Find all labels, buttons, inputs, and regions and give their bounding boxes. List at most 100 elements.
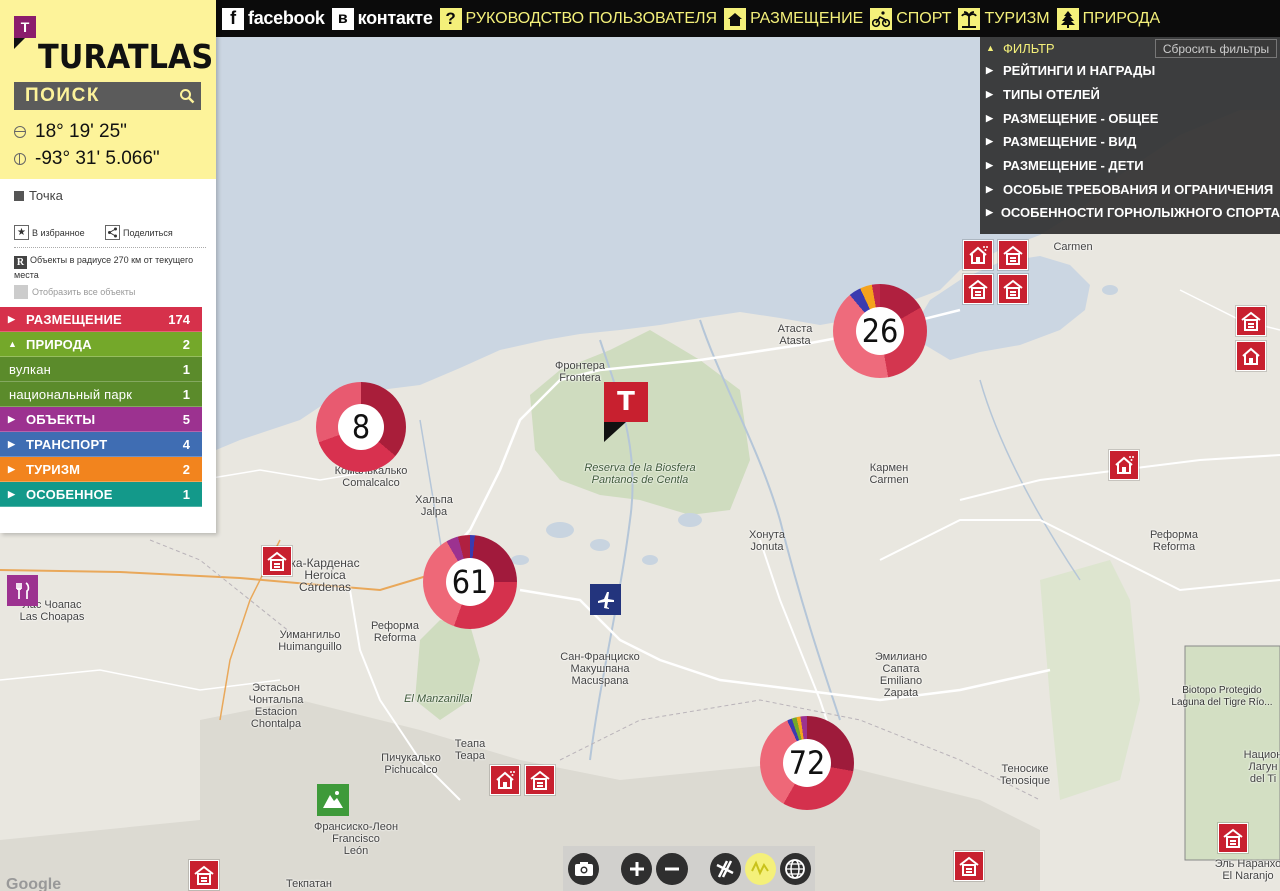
place-pichucalco: Пичукалько Pichucalco <box>381 752 441 776</box>
category-count: 2 <box>182 461 190 477</box>
question-icon: ? <box>439 7 462 30</box>
left-sidebar: T TURATLAS ПОИСК 18° 19' 25" -93° 31' 5.… <box>0 0 216 533</box>
category-count: 4 <box>182 436 190 452</box>
place-frontera: Фронтера Frontera <box>555 360 605 384</box>
hotel-icon <box>194 865 214 885</box>
radius-info: R Объекты в радиусе 270 км от текущего ме… <box>14 254 209 281</box>
minus-icon <box>664 867 679 870</box>
hotel-marker[interactable] <box>1218 823 1248 853</box>
filter-item-accommodation-view[interactable]: ▶ РАЗМЕЩЕНИЕ - ВИД <box>980 130 1280 154</box>
expand-arrow-icon: ▶ <box>986 160 993 171</box>
hotel-icon <box>968 279 988 299</box>
vkontakte-link[interactable]: в контакте <box>331 7 433 30</box>
cluster-8[interactable]: 8 <box>316 382 406 472</box>
hotel-house-marker[interactable] <box>963 240 993 270</box>
current-location-pin[interactable]: T <box>604 382 648 444</box>
place-reforma-east: Реформа Reforma <box>1150 529 1198 553</box>
filter-item-label: ТИПЫ ОТЕЛЕЙ <box>1003 87 1100 103</box>
mountain-icon <box>323 791 343 808</box>
subcategory-volcano[interactable]: вулкан 1 <box>0 357 202 382</box>
reset-filters-button[interactable]: Сбросить фильтры <box>1155 39 1277 58</box>
zoom-out-button[interactable] <box>656 852 688 885</box>
cluster-8-count: 8 <box>338 404 384 450</box>
subcategory-count: 1 <box>182 361 190 377</box>
hotel-marker[interactable] <box>262 546 292 576</box>
map-layer-terrain-button[interactable] <box>744 852 776 885</box>
hotel-house-marker[interactable] <box>1109 450 1139 480</box>
share-button[interactable]: Поделиться <box>105 225 173 240</box>
hotel-icon <box>1241 311 1261 331</box>
filter-item-ski-features[interactable]: ▶ ОСОБЕННОСТИ ГОРНОЛЫЖНОГО СПОРТА <box>980 201 1280 225</box>
add-to-favorites-button[interactable]: ★ В избранное <box>14 225 85 240</box>
hotel-icon <box>530 770 550 790</box>
category-objects[interactable]: ▶ ОБЪЕКТЫ 5 <box>0 407 202 432</box>
nature-marker[interactable] <box>317 784 349 816</box>
plus-icon <box>629 861 644 876</box>
category-tourism[interactable]: ▶ ТУРИЗМ 2 <box>0 457 202 482</box>
screenshot-button[interactable] <box>568 852 600 885</box>
hotel-marker[interactable] <box>963 274 993 304</box>
google-attribution: Google <box>6 876 62 891</box>
nav-user-guide[interactable]: ? РУКОВОДСТВО ПОЛЬЗОВАТЕЛЯ <box>439 7 717 30</box>
facebook-link[interactable]: f facebook <box>222 7 325 30</box>
subcategory-national-park[interactable]: национальный парк 1 <box>0 382 202 407</box>
category-name: ТУРИЗМ <box>26 461 81 477</box>
search-box[interactable]: ПОИСК <box>14 82 201 110</box>
hotel-marker[interactable] <box>954 851 984 881</box>
expand-arrow-icon: ▶ <box>986 65 993 76</box>
place-cardenas: ка-Карденас Heroica Cárdenas <box>290 556 360 594</box>
cluster-72[interactable]: 72 <box>760 716 854 810</box>
house-icon <box>969 246 988 264</box>
cluster-26[interactable]: 26 <box>833 284 927 378</box>
hotel-icon <box>1223 828 1243 848</box>
house-icon <box>496 771 515 789</box>
hotel-house-marker[interactable] <box>1236 341 1266 371</box>
tree-icon <box>1056 7 1079 30</box>
filter-item-special-requirements[interactable]: ▶ ОСОБЫЕ ТРЕБОВАНИЯ И ОГРАНИЧЕНИЯ <box>980 177 1280 201</box>
hotel-marker[interactable] <box>998 240 1028 270</box>
nav-tourism[interactable]: ТУРИЗМ <box>958 7 1050 30</box>
search-icon[interactable] <box>173 88 201 104</box>
radius-text: Объекты в радиусе 270 км от текущего мес… <box>14 255 194 280</box>
subcategory-name: национальный парк <box>9 386 133 402</box>
show-all-objects-toggle[interactable]: Отобразить все объекты <box>14 285 135 299</box>
logo-mark: T <box>14 16 36 38</box>
nav-accommodation-label: РАЗМЕЩЕНИЕ <box>750 9 864 27</box>
roads-icon <box>716 859 734 878</box>
place-pantanos-de-centla: Reserva de la Biosfera Pantanos de Centla <box>584 462 696 486</box>
nav-nature[interactable]: ПРИРОДА <box>1056 7 1160 30</box>
show-all-label: Отобразить все объекты <box>32 287 136 297</box>
filter-item-label: РАЗМЕЩЕНИЕ - ВИД <box>1003 134 1137 150</box>
map-layer-roads-button[interactable] <box>709 852 741 885</box>
restaurant-marker[interactable] <box>7 575 38 606</box>
hotel-marker[interactable] <box>1236 306 1266 336</box>
hotel-marker[interactable] <box>525 765 555 795</box>
hotel-house-marker[interactable] <box>490 765 520 795</box>
filter-title: ФИЛЬТР <box>1003 40 1055 56</box>
filter-panel: ▲ ФИЛЬТР Сбросить фильтры ▶ РЕЙТИНГИ И НА… <box>980 37 1280 234</box>
place-reforma-west: Реформа Reforma <box>371 620 419 644</box>
nav-sport[interactable]: СПОРТ <box>870 7 951 30</box>
point-title-text: Точка <box>29 188 63 203</box>
place-el-naranjo: Эль Наранхо El Naranjo <box>1214 858 1280 882</box>
turatlas-logo[interactable]: T TURATLAS <box>14 16 213 76</box>
cluster-61[interactable]: 61 <box>423 535 517 629</box>
place-el-manzanillal: El Manzanillal <box>404 693 472 705</box>
filter-item-accommodation-children[interactable]: ▶ РАЗМЕЩЕНИЕ - ДЕТИ <box>980 154 1280 178</box>
filter-item-accommodation-general[interactable]: ▶ РАЗМЕЩЕНИЕ - ОБЩЕЕ <box>980 106 1280 130</box>
hotel-marker[interactable] <box>189 860 219 890</box>
hotel-marker[interactable] <box>998 274 1028 304</box>
zoom-in-button[interactable] <box>621 852 653 885</box>
category-special[interactable]: ▶ ОСОБЕННОЕ 1 <box>0 482 202 507</box>
category-nature[interactable]: ▲ ПРИРОДА 2 <box>0 332 202 357</box>
category-count: 1 <box>182 486 190 502</box>
filter-item-ratings[interactable]: ▶ РЕЙТИНГИ И НАГРАДЫ <box>980 59 1280 83</box>
house-icon <box>1115 456 1134 474</box>
filter-item-hotel-types[interactable]: ▶ ТИПЫ ОТЕЛЕЙ <box>980 83 1280 107</box>
category-accommodation[interactable]: ▶ РАЗМЕЩЕНИЕ 174 <box>0 307 202 332</box>
category-transport[interactable]: ▶ ТРАНСПОРТ 4 <box>0 432 202 457</box>
nav-accommodation[interactable]: РАЗМЕЩЕНИЕ <box>724 7 864 30</box>
airport-marker[interactable] <box>590 584 621 615</box>
filter-item-label: ОСОБЫЕ ТРЕБОВАНИЯ И ОГРАНИЧЕНИЯ <box>1003 181 1274 197</box>
map-layer-globe-button[interactable] <box>779 852 812 885</box>
